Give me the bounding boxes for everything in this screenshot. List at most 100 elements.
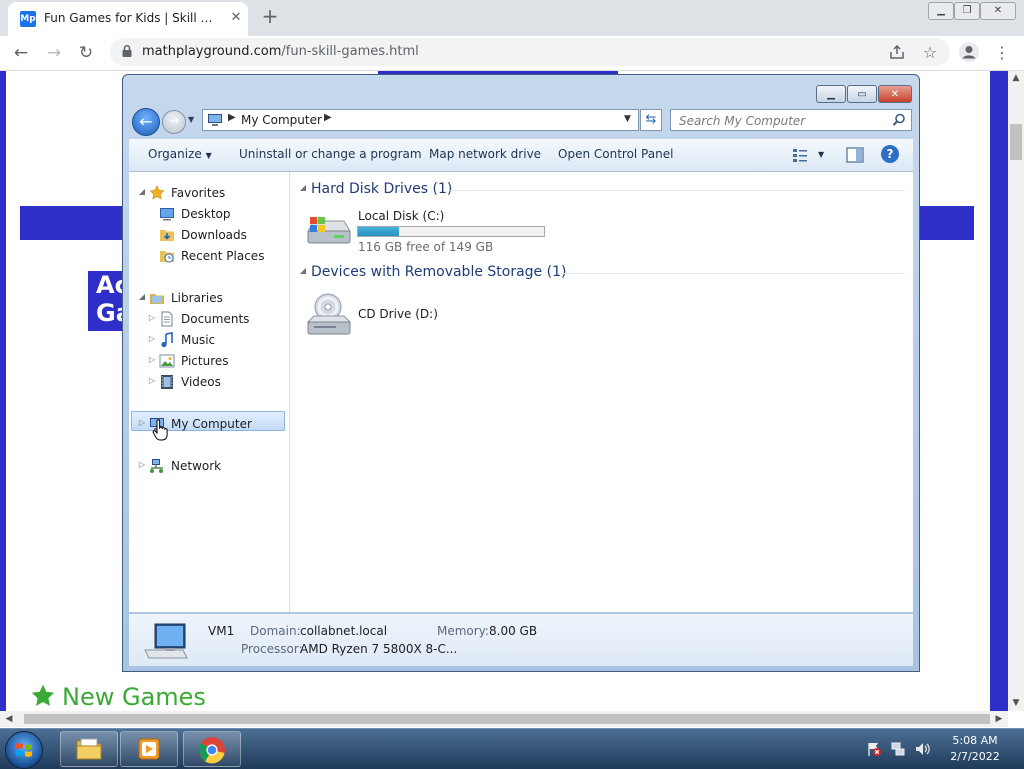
- local-disk-name: Local Disk (C:): [358, 209, 445, 223]
- documents-icon: [161, 311, 173, 327]
- maximize-button[interactable]: ▭: [847, 85, 877, 103]
- nav-videos[interactable]: Videos: [181, 372, 221, 392]
- search-icon[interactable]: [892, 113, 906, 127]
- search-box[interactable]: [670, 109, 912, 131]
- command-bar: Organize ▼ Uninstall or change a program…: [129, 139, 913, 172]
- scroll-right-arrow-icon[interactable]: ▶: [992, 712, 1006, 726]
- nav-network[interactable]: Network: [171, 456, 221, 476]
- expand-documents-icon[interactable]: ▷: [147, 313, 157, 322]
- expand-network-icon[interactable]: ▷: [137, 460, 147, 469]
- vertical-scroll-thumb[interactable]: [1010, 124, 1022, 160]
- minimize-button[interactable]: ▁: [816, 85, 846, 103]
- taskbar-explorer-button[interactable]: [60, 731, 118, 767]
- change-view-icon[interactable]: [791, 145, 811, 165]
- nav-music[interactable]: Music: [181, 330, 215, 350]
- system-clock[interactable]: 5:08 AM 2/7/2022: [940, 733, 1010, 765]
- url-text: mathplayground.com/fun-skill-games.html: [142, 44, 419, 59]
- help-icon[interactable]: ?: [881, 145, 899, 163]
- nav-pictures[interactable]: Pictures: [181, 351, 229, 371]
- collapse-libraries-icon[interactable]: ◢: [137, 292, 147, 301]
- domain-label: Domain:: [250, 624, 301, 638]
- breadcrumb-arrow-icon[interactable]: ▶: [228, 112, 236, 123]
- refresh-button[interactable]: ⇆: [640, 109, 662, 131]
- organize-button[interactable]: Organize ▼: [148, 147, 212, 161]
- address-dropdown-icon[interactable]: ▼: [624, 114, 631, 124]
- back-button[interactable]: ←: [132, 108, 160, 136]
- nav-favorites[interactable]: Favorites: [171, 183, 225, 203]
- local-disk-free-space: 116 GB free of 149 GB: [358, 240, 494, 254]
- expand-pictures-icon[interactable]: ▷: [147, 355, 157, 364]
- forward-arrow-icon[interactable]: →: [43, 42, 65, 64]
- open-control-panel-button[interactable]: Open Control Panel: [558, 147, 673, 161]
- preview-pane-icon[interactable]: [845, 145, 865, 165]
- new-tab-button[interactable]: +: [258, 4, 282, 28]
- nav-recent-places[interactable]: Recent Places: [181, 246, 264, 266]
- expand-videos-icon[interactable]: ▷: [147, 376, 157, 385]
- collapse-removable-group-icon[interactable]: ◢: [298, 266, 308, 275]
- uninstall-program-button[interactable]: Uninstall or change a program: [239, 147, 422, 161]
- taskbar-chrome-button[interactable]: [183, 731, 241, 767]
- new-games-label: New Games: [62, 683, 206, 711]
- videos-film-icon: [161, 375, 173, 389]
- browser-tab[interactable]: Mp Fun Games for Kids | Skill Games ✕: [8, 2, 248, 36]
- scroll-left-arrow-icon[interactable]: ◀: [2, 712, 16, 726]
- forward-button[interactable]: →: [162, 110, 186, 134]
- reload-icon[interactable]: ↻: [75, 42, 97, 64]
- browser-close-button[interactable]: ✕: [980, 2, 1016, 20]
- new-games-heading[interactable]: New Games: [30, 683, 206, 711]
- nav-my-computer[interactable]: My Computer: [171, 414, 252, 434]
- network-tray-icon[interactable]: [890, 741, 906, 757]
- view-dropdown-icon[interactable]: ▼: [818, 150, 824, 159]
- browser-tab-strip: Mp Fun Games for Kids | Skill Games ✕ + …: [0, 0, 1024, 36]
- share-icon[interactable]: [888, 43, 906, 61]
- local-disk-item[interactable]: Local Disk (C:) 116 GB free of 149 GB: [304, 207, 574, 255]
- scroll-up-arrow-icon[interactable]: ▲: [1009, 71, 1023, 85]
- browser-minimize-button[interactable]: ▁: [928, 2, 954, 20]
- collapse-hdd-group-icon[interactable]: ◢: [298, 183, 308, 192]
- bookmark-star-icon[interactable]: ☆: [919, 42, 941, 64]
- hard-drive-icon: [307, 217, 351, 244]
- map-network-drive-button[interactable]: Map network drive: [429, 147, 541, 161]
- chrome-icon: [199, 737, 225, 764]
- action-center-flag-icon[interactable]: [866, 741, 882, 757]
- domain-value: collabnet.local: [300, 624, 388, 638]
- horizontal-scroll-thumb[interactable]: [24, 714, 990, 724]
- nav-downloads[interactable]: Downloads: [181, 225, 247, 245]
- close-button[interactable]: ✕: [878, 85, 912, 103]
- url-path: /fun-skill-games.html: [281, 44, 419, 59]
- cd-drive-item[interactable]: CD Drive (D:): [304, 290, 504, 340]
- nav-desktop[interactable]: Desktop: [181, 204, 231, 224]
- volume-icon[interactable]: [914, 741, 930, 757]
- hard-disk-group-title[interactable]: Hard Disk Drives (1): [311, 181, 452, 197]
- recent-places-icon: [160, 251, 174, 263]
- start-button[interactable]: [5, 731, 43, 769]
- details-pane: VM1 Domain: collabnet.local Memory: 8.00…: [129, 613, 913, 666]
- url-host: mathplayground.com: [142, 44, 282, 59]
- memory-value: 8.00 GB: [489, 624, 538, 638]
- nav-documents[interactable]: Documents: [181, 309, 249, 329]
- scroll-down-arrow-icon[interactable]: ▼: [1009, 696, 1023, 710]
- breadcrumb-arrow-icon[interactable]: ▶: [324, 112, 332, 123]
- clock-date: 2/7/2022: [950, 750, 1000, 763]
- breadcrumb-my-computer[interactable]: My Computer: [241, 113, 322, 127]
- profile-avatar-icon[interactable]: [958, 41, 980, 63]
- tab-close-icon[interactable]: ✕: [226, 8, 246, 28]
- taskbar-media-player-button[interactable]: [120, 731, 178, 767]
- expand-computer-icon[interactable]: ▷: [137, 418, 147, 427]
- browser-restore-button[interactable]: ❐: [954, 2, 980, 20]
- browser-menu-icon[interactable]: ⋮: [991, 42, 1013, 64]
- recent-pages-dropdown-icon[interactable]: ▼: [188, 115, 194, 124]
- explorer-address-bar[interactable]: ▶ My Computer ▶ ▼: [202, 109, 639, 131]
- expand-music-icon[interactable]: ▷: [147, 334, 157, 343]
- disk-usage-bar: [357, 226, 545, 237]
- nav-libraries[interactable]: Libraries: [171, 288, 223, 308]
- back-arrow-icon[interactable]: ←: [10, 42, 32, 64]
- search-input[interactable]: [677, 112, 889, 130]
- collapse-favorites-icon[interactable]: ◢: [137, 187, 147, 196]
- removable-storage-group-title[interactable]: Devices with Removable Storage (1): [311, 264, 566, 280]
- computer-name: VM1: [208, 624, 235, 638]
- page-vertical-scrollbar[interactable]: [1008, 71, 1024, 711]
- address-bar[interactable]: mathplayground.com/fun-skill-games.html: [110, 38, 950, 66]
- cd-drive-icon: [306, 293, 352, 335]
- desktop-icon: [160, 208, 174, 221]
